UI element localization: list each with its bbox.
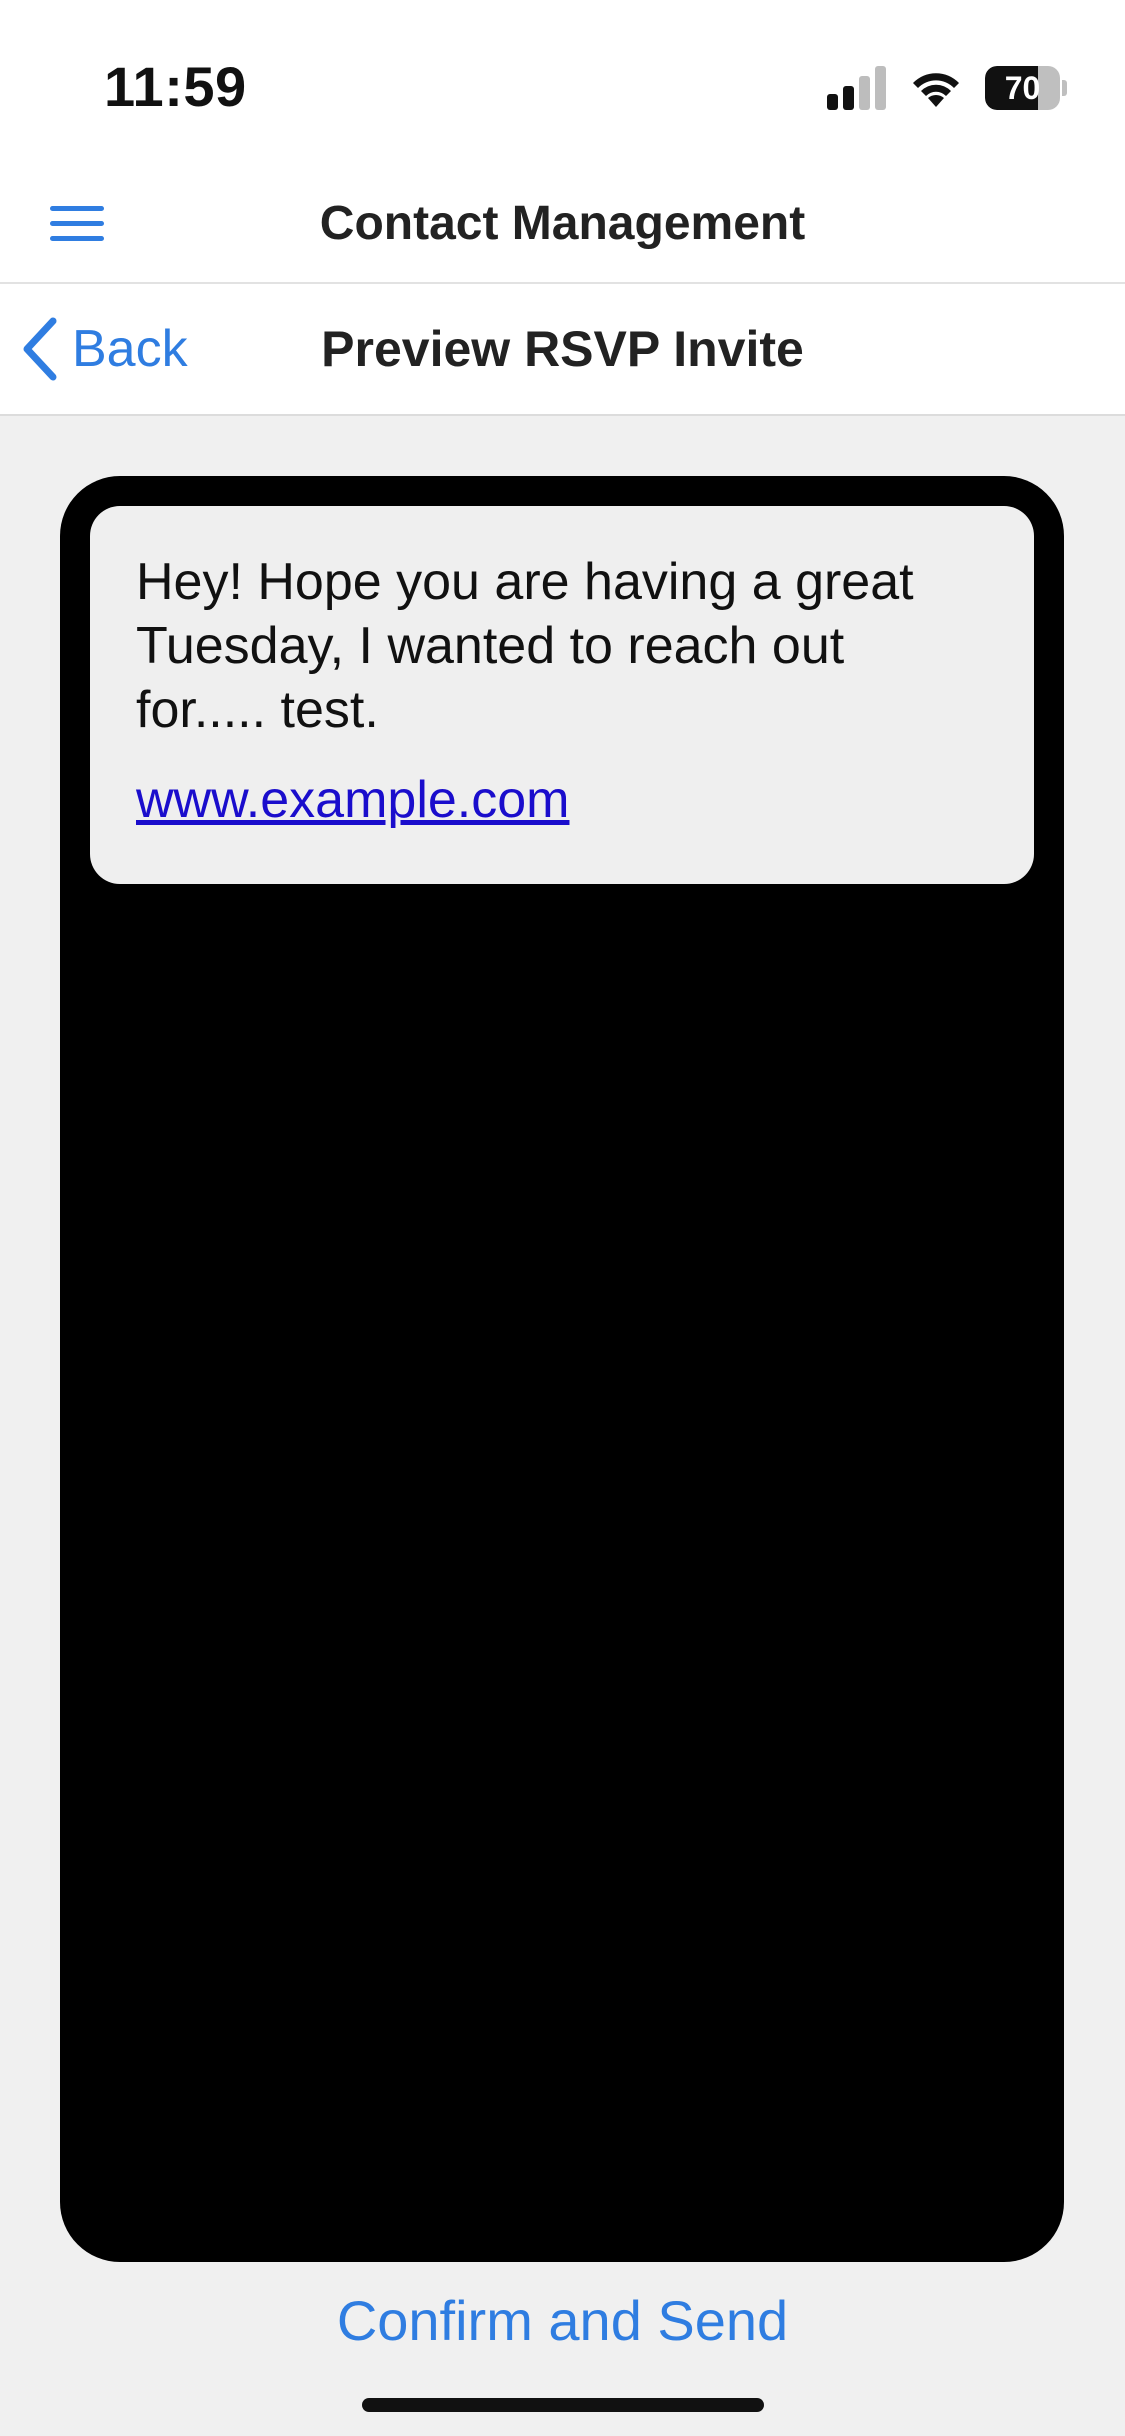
status-icons: 70 (827, 64, 1067, 112)
battery-icon: 70 (985, 66, 1067, 110)
wifi-icon (913, 73, 959, 107)
confirm-and-send-button[interactable]: Confirm and Send (0, 2286, 1125, 2356)
app-header: Contact Management (0, 174, 1125, 284)
message-text: Hey! Hope you are having a great Tuesday… (136, 553, 914, 739)
app-title: Contact Management (319, 197, 806, 250)
nav-bar: Back Preview RSVP Invite (0, 284, 1125, 416)
cellular-signal-icon (827, 66, 886, 110)
home-indicator (362, 2398, 764, 2412)
message-link[interactable]: www.example.com (136, 770, 569, 830)
battery-level: 70 (1004, 69, 1041, 106)
message-preview-frame: Hey! Hope you are having a great Tuesday… (60, 476, 1064, 2262)
page-title: Preview RSVP Invite (321, 321, 804, 377)
status-bar: 11:59 70 (0, 0, 1125, 174)
message-bubble: Hey! Hope you are having a great Tuesday… (90, 506, 1034, 884)
status-time: 11:59 (104, 55, 247, 118)
